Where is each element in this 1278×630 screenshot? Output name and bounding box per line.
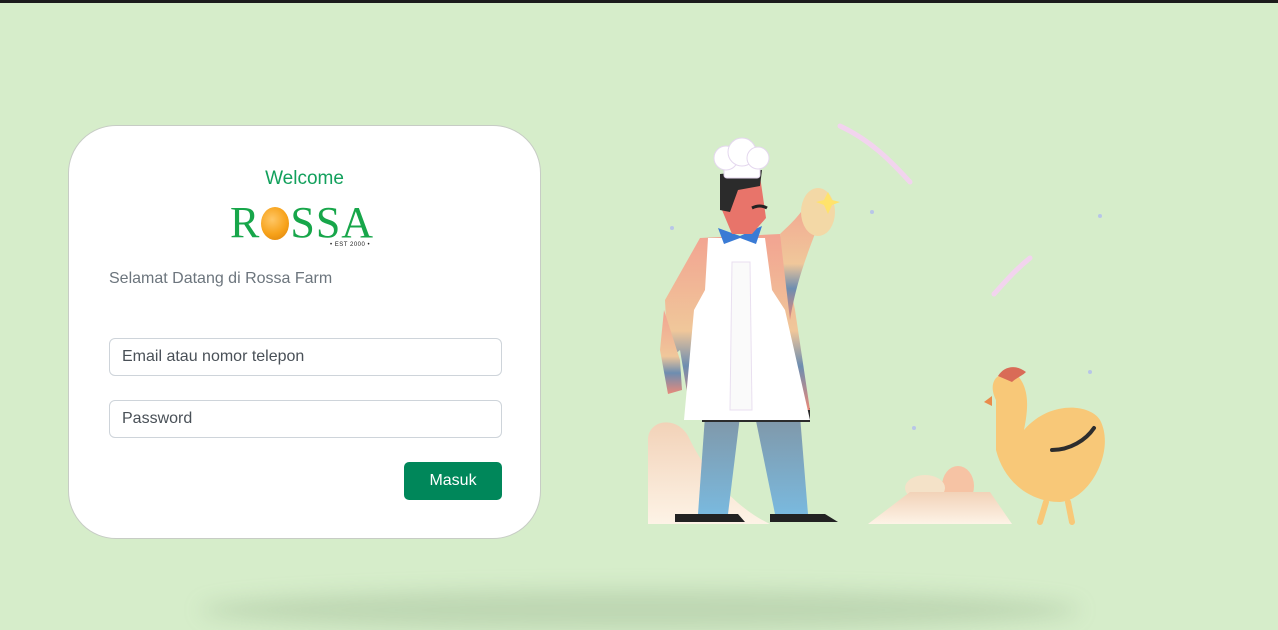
chef-chicken-illustration <box>648 123 1105 525</box>
login-card: Welcome R SSA • EST 2000 • Selamat Datang… <box>68 125 541 539</box>
dot-decoration <box>912 426 916 430</box>
streak-decoration <box>837 123 913 185</box>
egg-nest <box>868 466 1012 524</box>
email-field[interactable] <box>109 338 502 376</box>
rossa-logo: R SSA • EST 2000 • <box>230 198 382 254</box>
login-button[interactable]: Masuk <box>404 462 502 500</box>
welcome-heading: Welcome <box>265 168 344 189</box>
streak-decoration <box>991 255 1033 297</box>
logo-wordmark: R SSA <box>230 198 375 247</box>
dot-decoration <box>670 226 674 230</box>
welcome-subtitle: Selamat Datang di Rossa Farm <box>109 270 333 287</box>
dot-decoration <box>870 210 874 214</box>
logo-tagline: • EST 2000 • <box>330 242 371 248</box>
chicken-icon <box>984 367 1105 525</box>
password-field[interactable] <box>109 400 502 438</box>
dot-decoration <box>1098 214 1102 218</box>
egg-icon <box>261 207 290 240</box>
dot-decoration <box>1088 370 1092 374</box>
bottom-shadow <box>200 590 1080 630</box>
window-top-edge <box>0 0 1278 3</box>
